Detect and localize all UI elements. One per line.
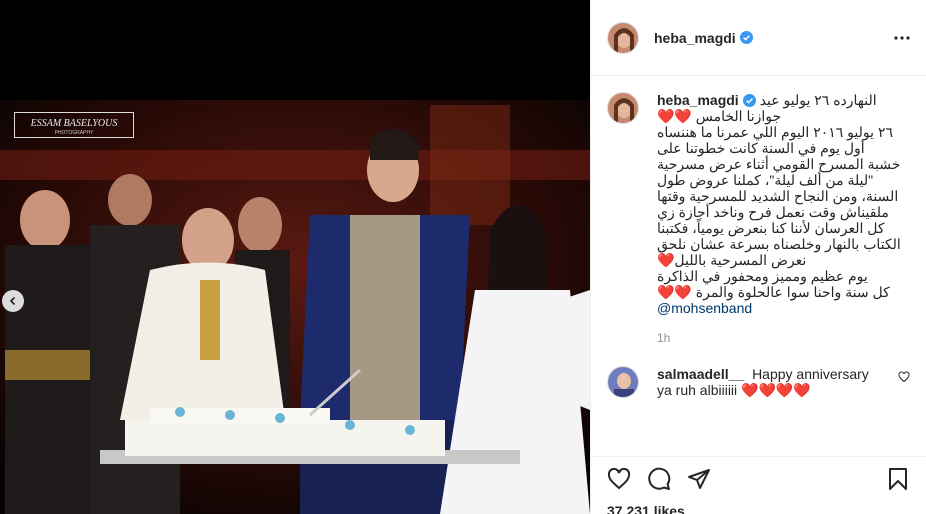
comment-body: salmaadell__ Happy anniversary ya ruh al… (657, 366, 887, 398)
post-actions: 37,231 likes (591, 456, 926, 514)
caption-username[interactable]: heba_magdi (657, 92, 739, 108)
comments-section: heba_magdi النهارده ٢٦ يوليو عيد جوازنا … (591, 76, 926, 456)
avatar[interactable] (607, 21, 639, 54)
caption-text: جوازنا الخامس ❤️❤️ ٢٦ يوليو ٢٠١٦ اليوم ا… (657, 108, 910, 300)
caption-line: خشبة المسرح القومي أثناء عرض مسرحية (657, 156, 901, 172)
commenter-username[interactable]: salmaadell__ (657, 366, 744, 382)
caption-line: نعرض المسرحية بالليل❤️ (657, 252, 807, 268)
post-timestamp[interactable]: 1h (657, 330, 910, 346)
commenter-avatar[interactable] (607, 366, 639, 398)
caption-comment: heba_magdi النهارده ٢٦ يوليو عيد جوازنا … (607, 92, 910, 346)
comment-like-icon[interactable] (898, 366, 910, 388)
caption-line: الكتاب بالنهار وخلصناه بسرعة عشان نلحق (657, 236, 901, 252)
verified-badge-icon (742, 93, 756, 107)
post-sidebar: heba_magdi heba_magdi النهارده ٢٦ يوليو … (590, 0, 926, 514)
comment-bubble-icon[interactable] (647, 467, 671, 491)
caption-line: كل سنة واحنا سوا عالحلوة والمرة ❤️❤️ (657, 284, 890, 300)
comment-row: salmaadell__ Happy anniversary ya ruh al… (607, 366, 910, 398)
three-dots-icon[interactable] (894, 35, 910, 40)
heart-outline-icon[interactable] (607, 467, 631, 491)
caption-line: "ليلة من ألف ليلة"، كملنا عروض طول (657, 172, 874, 188)
likes-count[interactable]: 37,231 likes (607, 503, 910, 514)
verified-badge-icon (739, 31, 753, 44)
caption-line: كل العرسان لأننا كنا بنعرض يومياً، فكتبن… (657, 220, 885, 236)
post-header: heba_magdi (591, 0, 926, 76)
bookmark-icon[interactable] (886, 467, 910, 491)
caption-line: ٢٦ يوليو ٢٠١٦ اليوم اللي عمرنا ما هننساه (657, 124, 893, 140)
svg-text:PHOTOGRAPHY: PHOTOGRAPHY (55, 130, 94, 136)
caption-line: ملقيناش وقت نعمل فرح وناخد أجازة زي (657, 204, 889, 220)
post-username[interactable]: heba_magdi (654, 30, 736, 46)
post-photo (0, 0, 590, 514)
caption-line: النهارده ٢٦ يوليو عيد (759, 92, 877, 108)
carousel-prev-button[interactable] (2, 290, 24, 312)
caption-avatar[interactable] (607, 92, 639, 124)
mention-link[interactable]: @mohsenband (657, 300, 910, 316)
caption-line: جوازنا الخامس ❤️❤️ (657, 108, 782, 124)
photographer-watermark: ESSAM BASELYOUS PHOTOGRAPHY (14, 112, 134, 138)
caption-body: heba_magdi النهارده ٢٦ يوليو عيد جوازنا … (657, 92, 910, 346)
svg-text:ESSAM BASELYOUS: ESSAM BASELYOUS (30, 118, 118, 129)
chevron-left-icon (8, 296, 18, 306)
caption-line: أول يوم في السنة كانت خطوتنا على (657, 140, 865, 156)
paper-plane-icon[interactable] (687, 467, 711, 491)
caption-line: يوم عظيم ومميز ومحفور في الذاكرة (657, 268, 868, 284)
caption-line: السنة، ومن النجاح الشديد للمسرحية وقتها (657, 188, 899, 204)
post-photo-pane: ESSAM BASELYOUS PHOTOGRAPHY (0, 0, 590, 514)
